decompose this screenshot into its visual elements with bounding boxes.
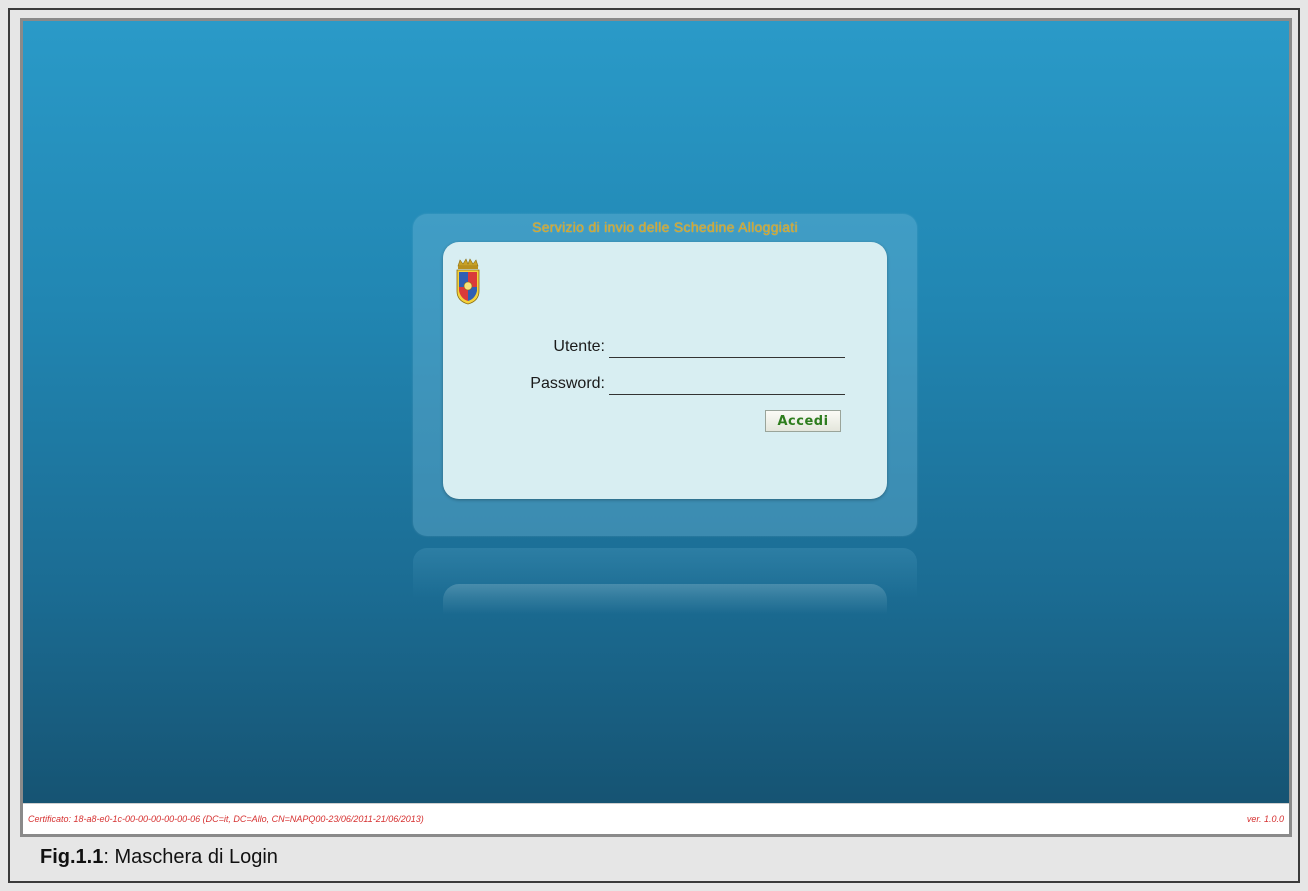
certificate-info: Certificato: 18-a8-e0-1c-00-00-00-00-00-… <box>28 814 424 824</box>
login-button[interactable]: Accedi <box>765 410 841 432</box>
user-row: Utente: <box>443 336 887 360</box>
login-panel: Servizio di invio delle Schedine Alloggi… <box>413 214 917 536</box>
version-label: ver. 1.0.0 <box>1246 814 1284 824</box>
user-label: Utente: <box>553 338 605 355</box>
figure-frame: Servizio di invio delle Schedine Alloggi… <box>8 8 1300 883</box>
password-label: Password: <box>530 375 605 392</box>
login-form: Utente: Password: Accedi <box>443 242 887 499</box>
password-row: Password: <box>443 373 887 397</box>
polizia-di-stato-emblem-icon <box>456 258 480 305</box>
login-title: Servizio di invio delle Schedine Alloggi… <box>532 219 798 235</box>
figure-number: Fig.1.1 <box>40 846 104 868</box>
status-bar: Certificato: 18-a8-e0-1c-00-00-00-00-00-… <box>23 803 1289 834</box>
figure-caption: Fig.1.1: Maschera di Login <box>40 846 278 869</box>
figure-caption-text: : Maschera di Login <box>103 846 278 868</box>
password-input[interactable] <box>609 373 845 395</box>
form-reflection <box>443 584 887 614</box>
user-input[interactable] <box>609 336 845 358</box>
login-screen: Servizio di invio delle Schedine Alloggi… <box>20 18 1292 837</box>
